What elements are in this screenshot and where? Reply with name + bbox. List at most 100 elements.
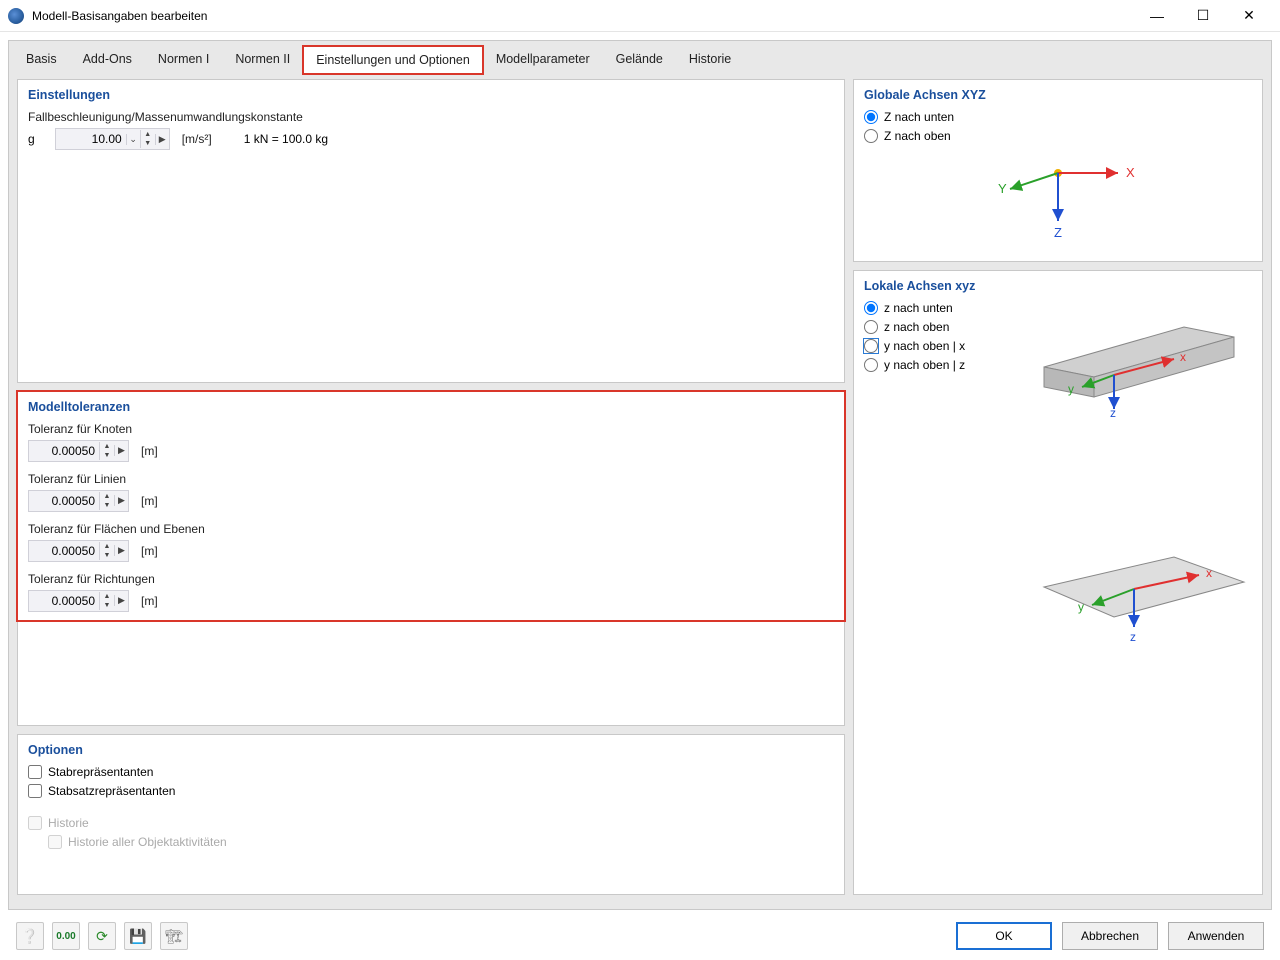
cancel-button[interactable]: Abbrechen [1062, 922, 1158, 950]
tol-direction-input[interactable] [29, 592, 99, 610]
global-axes-title: Globale Achsen XYZ [864, 88, 1252, 102]
tab-normen1[interactable]: Normen I [145, 45, 222, 73]
play-icon[interactable]: ▶ [114, 495, 128, 506]
tol-line-label: Toleranz für Linien [28, 472, 834, 486]
tab-basis[interactable]: Basis [13, 45, 70, 73]
spin-up-icon[interactable]: ▲ [100, 492, 114, 501]
play-icon[interactable]: ▶ [114, 445, 128, 456]
svg-text:x: x [1206, 566, 1212, 580]
settings-subtitle: Fallbeschleunigung/Massenumwandlungskons… [28, 110, 834, 124]
spin-up-icon[interactable]: ▲ [100, 592, 114, 601]
g-dropdown-icon[interactable]: ⌄ [126, 134, 140, 145]
check-historie-all-input [48, 835, 62, 849]
g-play-icon[interactable]: ▶ [155, 134, 169, 145]
g-label: g [28, 132, 35, 146]
app-icon [8, 8, 24, 24]
radio-z-up[interactable]: Z nach oben [864, 129, 1252, 143]
tab-gelaende[interactable]: Gelände [603, 45, 676, 73]
g-spin-down-icon[interactable]: ▼ [141, 139, 155, 148]
ok-button[interactable]: OK [956, 922, 1052, 950]
svg-text:x: x [1180, 350, 1186, 364]
conversion-text: 1 kN = 100.0 kg [244, 132, 328, 146]
radio-ly-up-z-input[interactable] [864, 358, 878, 372]
save-icon[interactable]: 💾 [124, 922, 152, 950]
radio-z-up-label: Z nach oben [884, 129, 951, 143]
svg-text:z: z [1110, 406, 1116, 417]
g-unit: [m/s²] [182, 132, 212, 146]
radio-ly-up-z-label: y nach oben | z [884, 358, 965, 372]
play-icon[interactable]: ▶ [114, 545, 128, 556]
check-stab[interactable]: Stabrepräsentanten [28, 765, 834, 779]
check-historie: Historie [28, 816, 834, 830]
maximize-button[interactable]: ☐ [1180, 1, 1226, 31]
tab-addons[interactable]: Add-Ons [70, 45, 145, 73]
close-button[interactable]: ✕ [1226, 1, 1272, 31]
units-icon[interactable]: 0.00 [52, 922, 80, 950]
svg-text:Y: Y [998, 181, 1007, 196]
radio-lz-up-input[interactable] [864, 320, 878, 334]
surface-diagram: x y z [1024, 527, 1254, 667]
tab-einstellungen[interactable]: Einstellungen und Optionen [303, 46, 483, 74]
apply-button[interactable]: Anwenden [1168, 922, 1264, 950]
check-stabsatz[interactable]: Stabsatzrepräsentanten [28, 784, 834, 798]
tol-line-input[interactable] [29, 492, 99, 510]
check-historie-input [28, 816, 42, 830]
window-title: Modell-Basisangaben bearbeiten [32, 9, 1134, 23]
tol-line-group: ▲▼ ▶ [28, 490, 129, 512]
check-historie-all: Historie aller Objektaktivitäten [48, 835, 834, 849]
tol-surface-label: Toleranz für Flächen und Ebenen [28, 522, 834, 536]
radio-lz-down-input[interactable] [864, 301, 878, 315]
svg-text:y: y [1068, 382, 1074, 396]
spin-up-icon[interactable]: ▲ [100, 542, 114, 551]
tol-direction-label: Toleranz für Richtungen [28, 572, 834, 586]
tol-line-unit: [m] [141, 494, 158, 508]
global-axes-panel: Globale Achsen XYZ Z nach unten Z nach o… [853, 79, 1263, 262]
check-stab-label: Stabrepräsentanten [48, 765, 153, 779]
radio-z-down[interactable]: Z nach unten [864, 110, 1252, 124]
g-spin-up-icon[interactable]: ▲ [141, 130, 155, 139]
tolerances-title: Modelltoleranzen [28, 400, 834, 414]
tol-surface-input[interactable] [29, 542, 99, 560]
svg-text:y: y [1078, 600, 1084, 614]
tol-node-group: ▲▼ ▶ [28, 440, 129, 462]
tab-bar: Basis Add-Ons Normen I Normen II Einstel… [11, 43, 1269, 73]
minimize-button[interactable]: ― [1134, 1, 1180, 31]
spin-down-icon[interactable]: ▼ [100, 551, 114, 560]
spin-down-icon[interactable]: ▼ [100, 451, 114, 460]
radio-z-down-input[interactable] [864, 110, 878, 124]
radio-ly-up-x-input[interactable] [864, 339, 878, 353]
spin-down-icon[interactable]: ▼ [100, 501, 114, 510]
beam-diagram: x y z [1024, 297, 1254, 417]
refresh-icon[interactable]: ⟳ [88, 922, 116, 950]
spin-down-icon[interactable]: ▼ [100, 601, 114, 610]
tab-modellparameter[interactable]: Modellparameter [483, 45, 603, 73]
radio-lz-down-label: z nach unten [884, 301, 953, 315]
svg-text:X: X [1126, 165, 1135, 180]
tol-direction-group: ▲▼ ▶ [28, 590, 129, 612]
radio-z-down-label: Z nach unten [884, 110, 954, 124]
options-panel: Optionen Stabrepräsentanten Stabsatzrepr… [17, 734, 845, 895]
construction-icon[interactable]: 🏗 [160, 922, 188, 950]
g-input-group: ⌄ ▲ ▼ ▶ [55, 128, 170, 150]
radio-z-up-input[interactable] [864, 129, 878, 143]
tol-node-label: Toleranz für Knoten [28, 422, 834, 436]
settings-panel: Einstellungen Fallbeschleunigung/Massenu… [17, 79, 845, 383]
g-input[interactable] [56, 130, 126, 148]
spin-up-icon[interactable]: ▲ [100, 442, 114, 451]
check-stabsatz-input[interactable] [28, 784, 42, 798]
local-axes-panel: Lokale Achsen xyz z nach unten z nach ob… [853, 270, 1263, 895]
tol-surface-group: ▲▼ ▶ [28, 540, 129, 562]
help-icon[interactable]: ❔ [16, 922, 44, 950]
tol-node-unit: [m] [141, 444, 158, 458]
radio-lz-up-label: z nach oben [884, 320, 949, 334]
play-icon[interactable]: ▶ [114, 595, 128, 606]
tab-normen2[interactable]: Normen II [222, 45, 303, 73]
local-axes-title: Lokale Achsen xyz [864, 279, 1252, 293]
tab-historie[interactable]: Historie [676, 45, 744, 73]
tol-node-input[interactable] [29, 442, 99, 460]
check-stab-input[interactable] [28, 765, 42, 779]
check-stabsatz-label: Stabsatzrepräsentanten [48, 784, 175, 798]
tolerances-panel: Modelltoleranzen Toleranz für Knoten ▲▼ … [17, 391, 845, 726]
global-axes-diagram: X Y Z [978, 153, 1138, 243]
svg-text:z: z [1130, 630, 1136, 644]
